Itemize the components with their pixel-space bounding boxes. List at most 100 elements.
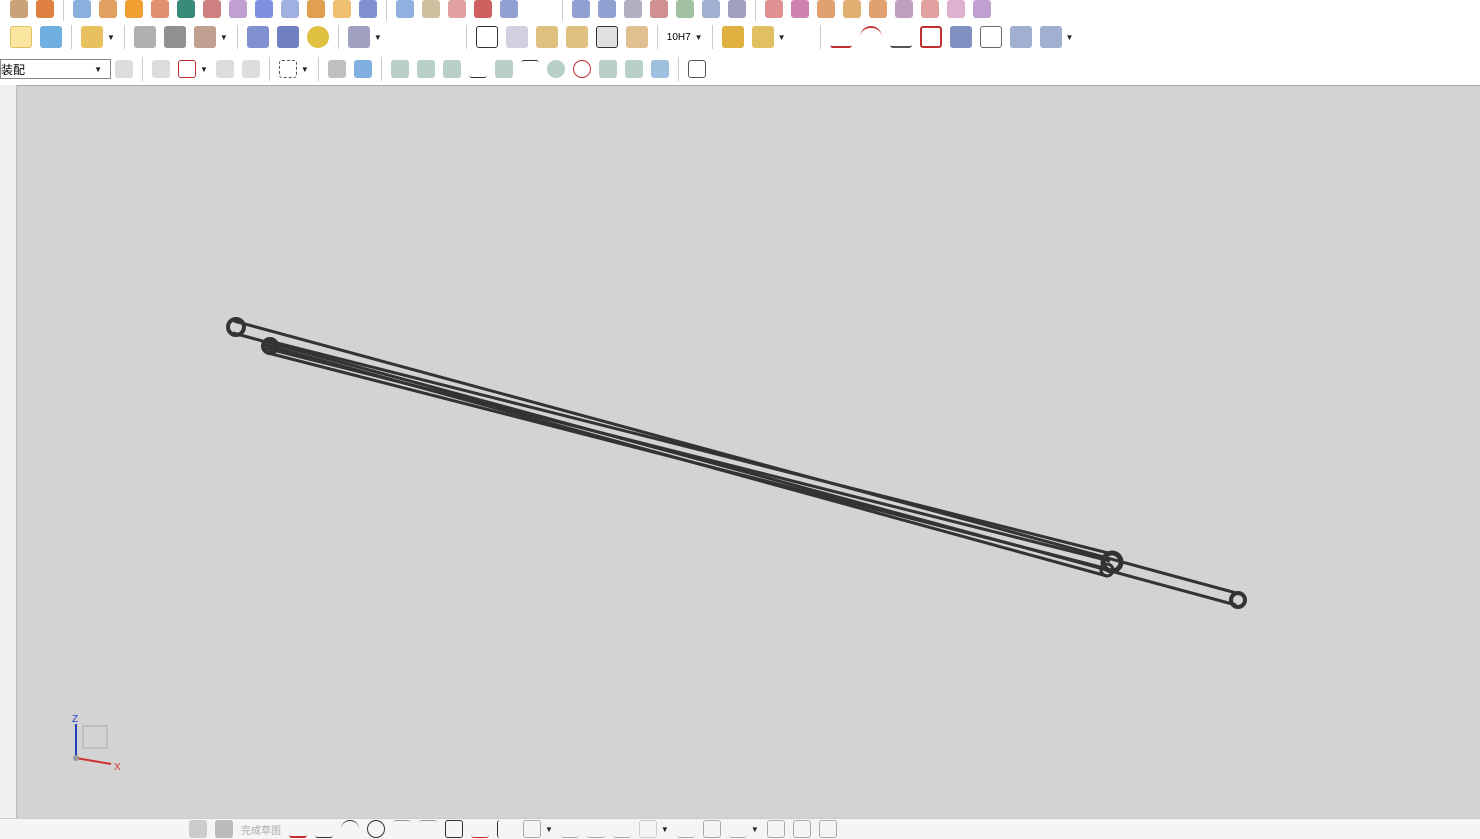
pattern-icon[interactable] — [99, 0, 117, 18]
surface-icon[interactable] — [728, 0, 746, 18]
point-on-face-icon[interactable] — [650, 60, 669, 78]
grid-icon[interactable] — [687, 60, 706, 78]
extrude-icon[interactable] — [73, 0, 91, 18]
extend-icon[interactable] — [586, 820, 605, 838]
sync-icon[interactable] — [869, 0, 887, 18]
triangle-icon[interactable] — [475, 26, 498, 48]
tolerance-label[interactable]: 10H7 — [667, 32, 691, 43]
component-icon[interactable] — [115, 60, 133, 78]
split-icon[interactable] — [151, 0, 169, 18]
sync-icon[interactable] — [843, 0, 861, 18]
curve-icon[interactable] — [949, 26, 972, 48]
check-body-icon[interactable] — [40, 26, 62, 48]
control-point-icon[interactable] — [494, 60, 513, 78]
face-icon[interactable] — [422, 0, 440, 18]
select-icon[interactable] — [241, 60, 260, 78]
dimension-icon[interactable] — [638, 820, 657, 838]
feature-icon[interactable] — [36, 0, 54, 18]
sync-icon[interactable] — [895, 0, 913, 18]
fillet-icon[interactable] — [393, 820, 411, 838]
mirror-icon[interactable] — [766, 820, 785, 838]
surface-icon[interactable] — [598, 0, 616, 18]
insert-icon[interactable] — [535, 26, 558, 48]
profile-icon[interactable] — [289, 820, 307, 838]
delete-spring-icon[interactable] — [347, 26, 370, 48]
studio-spline-icon[interactable] — [471, 820, 489, 838]
feature-icon[interactable] — [10, 0, 28, 18]
face-icon[interactable] — [474, 0, 492, 18]
shell-icon[interactable] — [307, 0, 325, 18]
project-icon[interactable] — [818, 820, 837, 838]
corner-icon[interactable] — [612, 820, 631, 838]
sync-icon[interactable] — [947, 0, 965, 18]
constraint-icon[interactable] — [728, 820, 747, 838]
box-select-icon[interactable] — [278, 60, 297, 78]
deselect-icon[interactable] — [215, 60, 234, 78]
eraser-icon[interactable] — [327, 60, 346, 78]
surface-icon[interactable] — [650, 0, 668, 18]
curve-icon[interactable] — [919, 26, 942, 48]
face-icon[interactable] — [396, 0, 414, 18]
sync-icon[interactable] — [973, 0, 991, 18]
assembly-icon[interactable] — [751, 26, 774, 48]
face-icon[interactable] — [203, 0, 221, 18]
sync-icon[interactable] — [921, 0, 939, 18]
finish-sketch-icon[interactable] — [215, 820, 233, 838]
chamfer-icon[interactable] — [419, 820, 437, 838]
endpoint-icon[interactable] — [416, 60, 435, 78]
surface-icon[interactable] — [281, 0, 299, 18]
sheet-icon[interactable] — [163, 26, 186, 48]
sync-icon[interactable] — [765, 0, 783, 18]
line-icon[interactable] — [315, 820, 333, 838]
graphics-window[interactable]: Z X — [17, 85, 1480, 818]
face-icon[interactable] — [448, 0, 466, 18]
note-icon[interactable] — [595, 26, 618, 48]
surface-icon[interactable] — [1039, 26, 1062, 48]
trim-icon[interactable] — [177, 0, 195, 18]
line-icon[interactable] — [829, 26, 852, 48]
spring-icon[interactable] — [246, 26, 269, 48]
assembly-icon[interactable] — [721, 26, 744, 48]
trim-icon[interactable] — [560, 820, 579, 838]
cube-icon[interactable] — [353, 60, 372, 78]
finish-sketch-button[interactable]: 完成草图 — [241, 822, 281, 837]
circle-icon[interactable] — [367, 820, 385, 838]
face-icon[interactable] — [229, 0, 247, 18]
table-icon[interactable] — [505, 26, 528, 48]
selection-filter-icon[interactable] — [178, 60, 196, 78]
spline-icon[interactable] — [889, 26, 912, 48]
shell-icon[interactable] — [333, 0, 351, 18]
surface-icon[interactable] — [702, 0, 720, 18]
intersection-icon[interactable] — [520, 60, 539, 78]
existing-point-icon[interactable] — [598, 60, 617, 78]
pattern-icon[interactable] — [125, 0, 143, 18]
surface-icon[interactable] — [624, 0, 642, 18]
center-icon[interactable] — [546, 60, 565, 78]
offset-icon[interactable] — [523, 820, 541, 838]
snap-all-icon[interactable] — [390, 60, 409, 78]
arc-icon[interactable] — [341, 820, 359, 838]
sync-icon[interactable] — [791, 0, 809, 18]
surface-icon[interactable] — [1009, 26, 1032, 48]
quadrant-icon[interactable] — [572, 60, 591, 78]
assembly-filter-combo[interactable]: 装配 ▼ — [0, 59, 111, 79]
point-icon[interactable] — [193, 26, 216, 48]
spring-icon[interactable] — [276, 26, 299, 48]
sheet-icon[interactable] — [133, 26, 156, 48]
folder-icon[interactable] — [565, 26, 588, 48]
midpoint-icon[interactable] — [442, 60, 461, 78]
box-icon[interactable] — [359, 0, 377, 18]
sync-icon[interactable] — [817, 0, 835, 18]
filter-icon[interactable] — [152, 60, 170, 78]
surface-icon[interactable] — [255, 0, 273, 18]
surface-icon[interactable] — [572, 0, 590, 18]
resource-bar[interactable] — [0, 85, 17, 818]
constraint-icon[interactable] — [702, 820, 721, 838]
curve-icon[interactable] — [979, 26, 1002, 48]
sketch-icon[interactable] — [189, 820, 207, 838]
face-icon[interactable] — [500, 0, 518, 18]
rectangle-icon[interactable] — [445, 820, 463, 838]
coil-icon[interactable] — [306, 26, 329, 48]
check-icon[interactable] — [10, 26, 32, 48]
arc-icon[interactable] — [859, 26, 882, 48]
